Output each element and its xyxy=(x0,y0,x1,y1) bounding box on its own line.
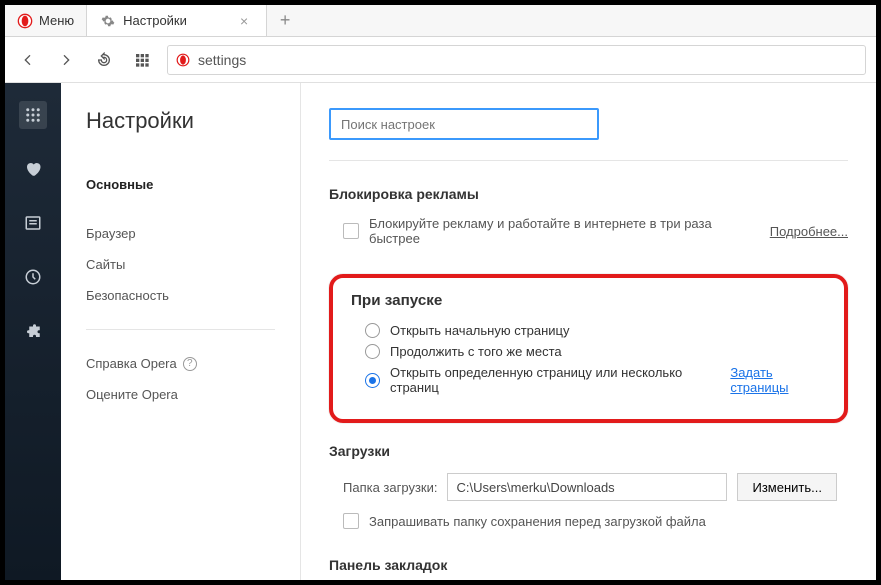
startup-set-pages-link[interactable]: Задать страницы xyxy=(730,365,826,395)
grid-dots-icon xyxy=(24,106,42,124)
startup-opt2: Продолжить с того же места xyxy=(390,344,562,359)
downloads-ask-label: Запрашивать папку сохранения перед загру… xyxy=(369,514,706,529)
reload-button[interactable] xyxy=(91,47,117,73)
section-downloads: Загрузки Папка загрузки: Изменить... Зап… xyxy=(329,443,848,529)
bookmarks-title: Панель закладок xyxy=(329,557,848,573)
downloads-change-button[interactable]: Изменить... xyxy=(737,473,836,501)
startup-opt3: Открыть определенную страницу или нескол… xyxy=(390,365,707,395)
startup-title: При запуске xyxy=(351,292,826,309)
rail-speed-dial[interactable] xyxy=(19,101,47,129)
puzzle-icon xyxy=(24,322,42,340)
adblock-more-link[interactable]: Подробнее... xyxy=(770,224,848,239)
startup-opt1: Открыть начальную страницу xyxy=(390,323,570,338)
nav-toolbar: settings xyxy=(5,37,876,83)
heart-icon xyxy=(24,160,42,178)
news-icon xyxy=(24,214,42,232)
sidebar-rate[interactable]: Оцените Opera xyxy=(86,379,275,410)
chevron-right-icon xyxy=(58,52,74,68)
grid-icon xyxy=(134,52,150,68)
downloads-folder-input[interactable] xyxy=(447,473,727,501)
rail-news[interactable] xyxy=(19,209,47,237)
downloads-folder-label: Папка загрузки: xyxy=(343,480,437,495)
chevron-left-icon xyxy=(20,52,36,68)
gear-icon xyxy=(101,14,115,28)
rail-extensions[interactable] xyxy=(19,317,47,345)
section-startup: При запуске Открыть начальную страницу П… xyxy=(329,274,848,423)
page-title: Настройки xyxy=(86,108,275,134)
sidebar-separator xyxy=(86,329,275,330)
clock-icon xyxy=(24,268,42,286)
sidebar-item-security[interactable]: Безопасность xyxy=(86,280,275,311)
titlebar: Меню Настройки × + xyxy=(5,5,876,37)
search-settings-input[interactable] xyxy=(329,108,599,140)
settings-content: Блокировка рекламы Блокируйте рекламу и … xyxy=(301,83,876,580)
startup-radio-home[interactable] xyxy=(365,323,380,338)
help-icon: ? xyxy=(183,357,197,371)
startup-radio-continue[interactable] xyxy=(365,344,380,359)
rail-history[interactable] xyxy=(19,263,47,291)
forward-button[interactable] xyxy=(53,47,79,73)
address-bar[interactable]: settings xyxy=(167,45,866,75)
reload-icon xyxy=(96,52,112,68)
adblock-checkbox[interactable] xyxy=(343,223,359,239)
side-rail xyxy=(5,83,61,580)
downloads-title: Загрузки xyxy=(329,443,848,459)
sidebar-help-label: Справка Opera xyxy=(86,356,177,371)
adblock-title: Блокировка рекламы xyxy=(329,186,848,202)
startup-radio-specific[interactable] xyxy=(365,373,380,388)
tab-close-icon[interactable]: × xyxy=(236,13,252,29)
settings-sidebar: Настройки Основные Браузер Сайты Безопас… xyxy=(61,83,301,580)
speed-dial-button[interactable] xyxy=(129,47,155,73)
sidebar-item-browser[interactable]: Браузер xyxy=(86,218,275,249)
content-divider xyxy=(329,160,848,161)
back-button[interactable] xyxy=(15,47,41,73)
new-tab-button[interactable]: + xyxy=(267,5,303,36)
sidebar-rate-label: Оцените Opera xyxy=(86,387,178,402)
sidebar-help[interactable]: Справка Opera ? xyxy=(86,348,275,379)
section-bookmarks-bar: Панель закладок Показывать панель заклад… xyxy=(329,557,848,580)
opera-small-icon xyxy=(176,53,190,67)
adblock-label: Блокируйте рекламу и работайте в интерне… xyxy=(369,216,746,246)
address-text: settings xyxy=(198,52,246,68)
opera-icon xyxy=(17,13,33,29)
rail-bookmarks[interactable] xyxy=(19,155,47,183)
downloads-ask-checkbox[interactable] xyxy=(343,513,359,529)
tab-title: Настройки xyxy=(123,13,187,28)
sidebar-item-sites[interactable]: Сайты xyxy=(86,249,275,280)
menu-label: Меню xyxy=(39,13,74,28)
menu-button[interactable]: Меню xyxy=(5,5,87,36)
section-adblock: Блокировка рекламы Блокируйте рекламу и … xyxy=(329,186,848,246)
sidebar-item-basic[interactable]: Основные xyxy=(86,169,275,200)
tab-settings[interactable]: Настройки × xyxy=(87,5,267,36)
